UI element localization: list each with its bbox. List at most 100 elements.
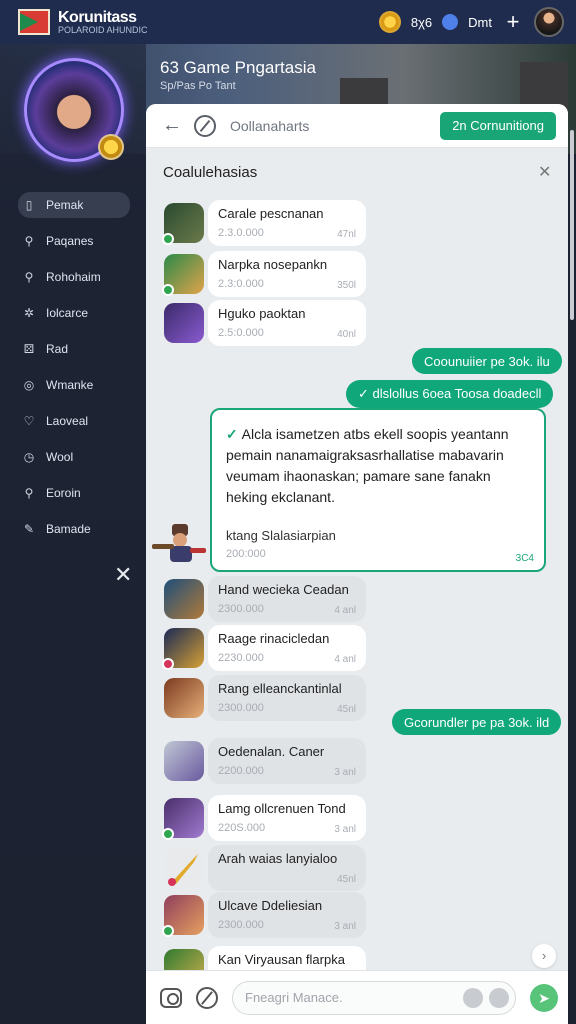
flag-logo-icon	[18, 9, 50, 35]
list-item[interactable]: Hguko paoktan 2.5:0.000 40nl	[164, 300, 366, 346]
message-name: Narpka nosepankn	[218, 257, 328, 272]
online-dot-icon	[162, 925, 174, 937]
sidebar: ▯ Pemak ⚲ Paqanes ⚲ Rohohaim ✲ Iolcarce ⚄ Rad…	[0, 44, 146, 1024]
list-item[interactable]: Carale pescnanan 2.3.0.000 47nl	[162, 200, 366, 246]
message-bubble: Rang elleanckantinlal 2300.000 45nl	[208, 675, 366, 721]
conversation-title: Coalulehasias	[163, 164, 258, 181]
sidebar-item-wool[interactable]: ◷ Wool	[18, 444, 130, 470]
game-avatar	[162, 254, 204, 296]
sidebar-item-label: Bamade	[46, 522, 91, 536]
list-item[interactable]: Oedenalan. Caner 2200.000 3 anl	[164, 738, 366, 784]
sidebar-item-wmanke[interactable]: ◎ Wmanke	[18, 372, 130, 398]
search-icon: ⚲	[24, 270, 34, 284]
sidebar-item-paqanes[interactable]: ⚲ Paqanes	[18, 228, 130, 254]
message-card[interactable]: ✓ Alcla isametzen atbs ekell soopis yean…	[210, 408, 546, 572]
message-name: Raage rinacicledan	[218, 631, 330, 646]
message-bubble: Narpka nosepankn 2.3:0.000 350l	[208, 251, 366, 297]
heart-icon: ♡	[23, 414, 35, 428]
message-time: 47nl	[337, 229, 356, 240]
sidebar-item-label: Laoveal	[46, 414, 89, 428]
brand-title: Korunitass	[58, 8, 137, 26]
edit-icon: ✎	[23, 522, 35, 536]
banner-title: 63 Game Pngartasia	[160, 58, 316, 77]
sidebar-item-iolcarce[interactable]: ✲ Iolcarce	[18, 300, 130, 326]
close-icon[interactable]: ✕	[538, 162, 551, 182]
emoji-icon[interactable]	[489, 987, 509, 1008]
list-item[interactable]: Arah waias lanyialoo 45nl	[164, 845, 366, 891]
message-card-signature: ktang Slalasiarpian	[226, 528, 336, 543]
message-bubble: Lamg ollcrenuen Tond 220S.000 3 anl	[208, 795, 366, 841]
message-card-time: 3C4	[515, 553, 534, 564]
sidebar-item-label: Iolcarce	[46, 306, 89, 320]
message-time: 3 anl	[334, 824, 356, 835]
message-bubble: Oedenalan. Caner 2200.000 3 anl	[208, 738, 366, 784]
dice-icon: ⚄	[23, 342, 35, 356]
user-name[interactable]: Dmt	[468, 15, 492, 30]
list-item[interactable]: Lamg ollcrenuen Tond 220S.000 3 anl	[162, 795, 366, 841]
attach-icon[interactable]	[196, 986, 218, 1009]
scrollbar[interactable]	[570, 130, 574, 320]
community-button[interactable]: 2n Cornunitiong	[440, 111, 556, 140]
coin-icon[interactable]	[378, 11, 401, 33]
game-avatar	[164, 579, 204, 619]
banner-subtitle: Sp/Pas Po Tant	[160, 80, 236, 92]
list-item[interactable]: Hand wecieka Ceadan 2300.000 4 anl	[164, 576, 366, 622]
top-bar: Korunitass POLAROID AHUNDIC 8χ6 Dmt +	[0, 0, 576, 44]
sidebar-item-pemak[interactable]: ▯ Pemak	[18, 192, 130, 218]
camera-icon[interactable]	[160, 987, 182, 1008]
message-time: 3 anl	[334, 921, 356, 932]
sidebar-item-laoveal[interactable]: ♡ Laoveal	[18, 408, 130, 434]
game-avatar	[162, 628, 204, 670]
message-name: Hand wecieka Ceadan	[218, 582, 349, 597]
online-dot-icon	[162, 233, 174, 245]
game-avatar	[164, 741, 204, 781]
brand[interactable]: Korunitass POLAROID AHUNDIC	[58, 8, 148, 35]
message-bubble: Hguko paoktan 2.5:0.000 40nl	[208, 300, 366, 346]
avatar[interactable]	[534, 7, 564, 37]
sidebar-item-rad[interactable]: ⚄ Rad	[18, 336, 130, 362]
message-time: 4 anl	[334, 654, 356, 665]
message-time: 4 anl	[334, 605, 356, 616]
list-item[interactable]: Raage rinacicledan 2230.000 4 anl	[162, 625, 366, 671]
message-input[interactable]: Fneagri Manace.	[232, 980, 516, 1015]
message-time: 3 anl	[334, 767, 356, 778]
scroll-down-icon[interactable]: ›	[532, 944, 556, 968]
message-name: Hguko paoktan	[218, 306, 306, 321]
chat-header-name: Oollanaharts	[230, 117, 310, 134]
message-bubble: Carale pescnanan 2.3.0.000 47nl	[208, 200, 366, 246]
sent-message-pill[interactable]: Coounuiier pe 3ok. ilu	[412, 348, 562, 374]
sidebar-item-label: Wmanke	[46, 378, 94, 392]
message-bubble: Arah waias lanyialoo 45nl	[208, 845, 366, 891]
message-time: 45nl	[337, 704, 356, 715]
message-name: Lamg ollcrenuen Tond	[218, 801, 346, 816]
gold-badge-icon	[98, 134, 124, 160]
search-icon: ⚲	[24, 234, 34, 248]
plus-icon[interactable]: +	[502, 9, 524, 35]
send-button[interactable]: ➤	[530, 983, 558, 1012]
profile-icon[interactable]	[442, 14, 459, 30]
list-item[interactable]: Rang elleanckantinlal 2300.000 45nl	[164, 675, 366, 721]
sidebar-item-rohohaim[interactable]: ⚲ Rohohaim	[18, 264, 130, 290]
sidebar-item-bamade[interactable]: ✎ Bamade	[18, 516, 130, 542]
sent-message-pill[interactable]: Gcorundler pe pa 3ok. ild	[392, 709, 562, 735]
list-item[interactable]: Ulcave Ddeliesian 2300.000 3 anl	[162, 892, 366, 938]
message-name: Arah waias lanyialoo	[218, 851, 338, 866]
list-item[interactable]: Narpka nosepankn 2.3:0.000 350l	[162, 251, 366, 297]
close-icon[interactable]: ✕	[114, 562, 132, 588]
hero-figure-icon	[152, 524, 206, 562]
composer: Fneagri Manace. ➤	[146, 970, 568, 1024]
sticker-icon[interactable]	[463, 987, 483, 1008]
message-name: Kan Viryausan flarpka	[218, 952, 345, 967]
game-avatar	[164, 848, 204, 888]
message-bubble: Hand wecieka Ceadan 2300.000 4 anl	[208, 576, 366, 622]
message-time: 45nl	[337, 874, 356, 885]
clock-icon: ◷	[23, 450, 35, 464]
message-name: Ulcave Ddeliesian	[218, 898, 323, 913]
sidebar-item-eoroin[interactable]: ⚲ Eoroin	[18, 480, 130, 506]
sent-message-pill[interactable]: ✓ dlslollus 6oea Toosa doadecll	[346, 380, 554, 408]
game-avatar	[162, 895, 204, 937]
back-arrow-icon[interactable]: ←	[162, 114, 186, 137]
sidebar-item-label: Rad	[46, 342, 69, 356]
message-card-text: Alcla isametzen atbs ekell soopis yeanta…	[226, 426, 509, 505]
compass-icon[interactable]	[194, 114, 216, 137]
